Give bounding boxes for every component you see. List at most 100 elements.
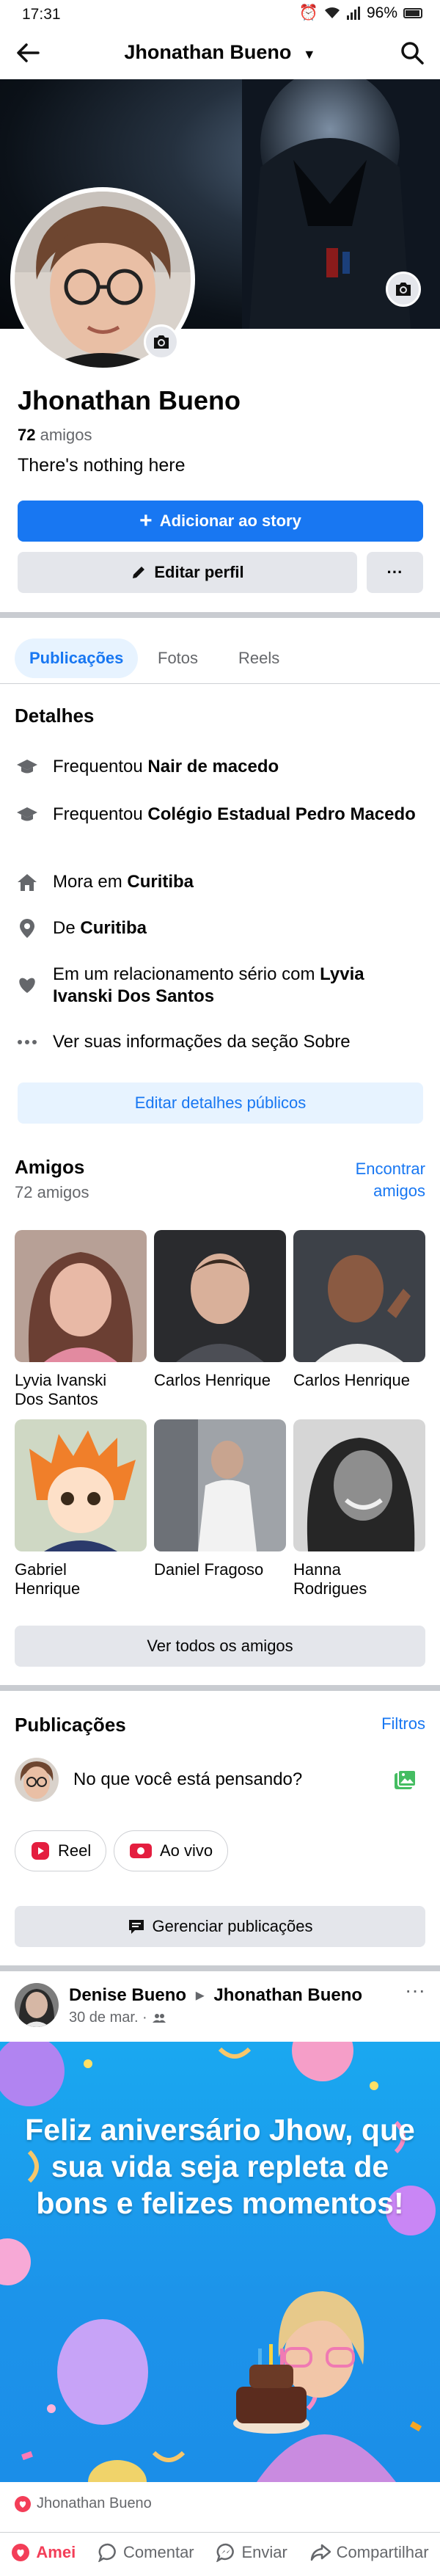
detail-school-2[interactable]: Frequentou Colégio Estadual Pedro Macedo xyxy=(15,804,425,826)
reaction-summary[interactable]: Jhonathan Bueno xyxy=(15,2495,152,2512)
post-more-button[interactable]: ··· xyxy=(405,1979,425,2002)
battery-percent: 96% xyxy=(366,4,397,21)
signal-icon xyxy=(346,7,361,20)
search-button[interactable] xyxy=(399,40,425,66)
plus-icon: + xyxy=(139,509,153,533)
friend-name-line1: Daniel Fragoso xyxy=(154,1560,264,1579)
status-bar: 17:31 ⏰ 96% xyxy=(0,0,440,29)
friends-count-label: amigos xyxy=(40,426,92,444)
nav-title: Jhonathan Bueno xyxy=(124,41,292,63)
graduation-cap-icon xyxy=(15,756,40,778)
edit-profile-button[interactable]: Editar perfil xyxy=(18,552,357,593)
share-button[interactable]: Compartilhar xyxy=(310,2543,429,2562)
top-nav: Jhonathan Bueno ▼ xyxy=(0,29,440,81)
find-friends-line2: amigos xyxy=(373,1182,425,1200)
profile-tabs: Publicações Fotos Reels xyxy=(0,625,440,684)
friend-card[interactable]: Carlos Henrique xyxy=(293,1230,425,1390)
section-divider xyxy=(0,612,440,618)
camera-icon xyxy=(396,283,411,296)
reel-button[interactable]: Reel xyxy=(15,1830,107,1871)
send-label: Enviar xyxy=(241,2543,287,2561)
detail-value: Curitiba xyxy=(127,872,194,892)
pencil-icon xyxy=(133,567,145,578)
manage-posts-button[interactable]: Gerenciar publicações xyxy=(15,1906,425,1947)
add-story-button[interactable]: + Adicionar ao story xyxy=(18,501,423,542)
cover-camera-button[interactable] xyxy=(386,272,421,307)
detail-prefix: De xyxy=(53,918,81,938)
friend-photo xyxy=(154,1230,286,1362)
post-date: 30 de mar. · xyxy=(69,2009,147,2026)
friend-card[interactable]: Lyvia Ivanski Dos Santos xyxy=(15,1230,147,1409)
friend-name-line1: Carlos Henrique xyxy=(293,1371,410,1389)
battery-icon xyxy=(403,8,422,18)
love-reaction-icon xyxy=(12,2544,30,2561)
detail-see-about-label: Ver suas informações da seção Sobre xyxy=(53,1032,351,1052)
post-image[interactable]: Feliz aniversário Jhow, que sua vida sej… xyxy=(0,2042,440,2482)
love-label: Amei xyxy=(36,2543,76,2561)
detail-relationship[interactable]: Em um relacionamento sério com Lyvia Iva… xyxy=(15,964,425,1008)
heart-icon xyxy=(15,974,40,996)
profile-name-dropdown[interactable]: Jhonathan Bueno ▼ xyxy=(0,41,440,64)
post-image-text: Feliz aniversário Jhow, que sua vida sej… xyxy=(25,2113,415,2220)
see-all-friends-button[interactable]: Ver todos os amigos xyxy=(15,1626,425,1667)
share-label: Compartilhar xyxy=(336,2543,429,2561)
detail-prefix: Frequentou xyxy=(53,757,148,776)
tab-reels[interactable]: Reels xyxy=(224,638,294,678)
share-icon xyxy=(310,2544,331,2561)
comment-label: Comentar xyxy=(123,2543,194,2561)
friends-audience-icon xyxy=(152,2013,166,2023)
comment-button[interactable]: Comentar xyxy=(98,2543,194,2562)
detail-value: Nair de macedo xyxy=(147,757,279,776)
composer-input[interactable]: No que você está pensando? xyxy=(73,1769,302,1790)
friends-count[interactable]: 72 amigos xyxy=(18,426,92,445)
detail-prefix: Em um relacionamento sério com xyxy=(53,964,320,984)
find-friends-link[interactable]: Encontrar amigos xyxy=(356,1158,425,1202)
friend-name: Daniel Fragoso xyxy=(154,1560,286,1579)
status-time: 17:31 xyxy=(22,6,61,23)
friend-card[interactable]: Daniel Fragoso xyxy=(154,1419,286,1579)
send-button[interactable]: Enviar xyxy=(216,2543,287,2562)
post-author-avatar[interactable] xyxy=(15,1983,59,2027)
friend-photo xyxy=(15,1230,147,1362)
friend-photo xyxy=(293,1419,425,1551)
friend-name: Gabriel Henrique xyxy=(15,1560,147,1598)
post-target-name[interactable]: Jhonathan Bueno xyxy=(213,1985,362,2005)
caret-down-icon: ▼ xyxy=(302,47,316,62)
friend-card[interactable]: Gabriel Henrique xyxy=(15,1419,147,1598)
reel-label: Reel xyxy=(58,1841,92,1860)
add-story-label: Adicionar ao story xyxy=(159,512,301,530)
friend-name-line2: Dos Santos xyxy=(15,1390,98,1408)
tab-fotos[interactable]: Fotos xyxy=(143,638,213,678)
love-button[interactable]: Amei xyxy=(11,2543,76,2562)
friend-name: Carlos Henrique xyxy=(154,1371,286,1390)
detail-value: Colégio Estadual Pedro Macedo xyxy=(147,804,416,824)
camera-icon xyxy=(154,335,169,349)
photo-icon xyxy=(395,1769,417,1789)
detail-from[interactable]: De Curitiba xyxy=(15,917,425,939)
detail-school-1[interactable]: Frequentou Nair de macedo xyxy=(15,756,425,778)
post-header: Denise Bueno ▸ Jhonathan Bueno 30 de mar… xyxy=(0,1979,440,2037)
friend-card[interactable]: Hanna Rodrigues xyxy=(293,1419,425,1598)
post-action-bar: Amei Comentar Enviar Compartilhar xyxy=(0,2532,440,2572)
photo-upload-button[interactable] xyxy=(393,1769,417,1791)
detail-lives-in[interactable]: Mora em Curitiba xyxy=(15,871,425,893)
friend-card[interactable]: Carlos Henrique xyxy=(154,1230,286,1390)
post-meta: 30 de mar. · xyxy=(69,2009,166,2026)
post-author-name[interactable]: Denise Bueno xyxy=(69,1985,186,2005)
tab-publicacoes[interactable]: Publicações xyxy=(15,638,139,678)
friend-photo xyxy=(154,1419,286,1551)
filters-link[interactable]: Filtros xyxy=(381,1714,425,1733)
detail-see-about[interactable]: Ver suas informações da seção Sobre xyxy=(15,1031,425,1053)
more-dots-icon xyxy=(15,1031,40,1053)
more-options-button[interactable]: ··· xyxy=(367,552,423,593)
live-video-icon xyxy=(130,1844,152,1858)
friends-count-text: 72 amigos xyxy=(15,1183,89,1201)
reaction-name: Jhonathan Bueno xyxy=(37,2495,152,2511)
reel-icon xyxy=(32,1842,49,1860)
profile-camera-button[interactable] xyxy=(144,324,179,360)
edit-public-details-button[interactable]: Editar detalhes públicos xyxy=(18,1083,423,1124)
manage-posts-label: Gerenciar publicações xyxy=(152,1917,313,1935)
profile-bio: There's nothing here xyxy=(18,455,186,476)
details-title: Detalhes xyxy=(15,705,95,727)
live-button[interactable]: Ao vivo xyxy=(114,1830,229,1871)
